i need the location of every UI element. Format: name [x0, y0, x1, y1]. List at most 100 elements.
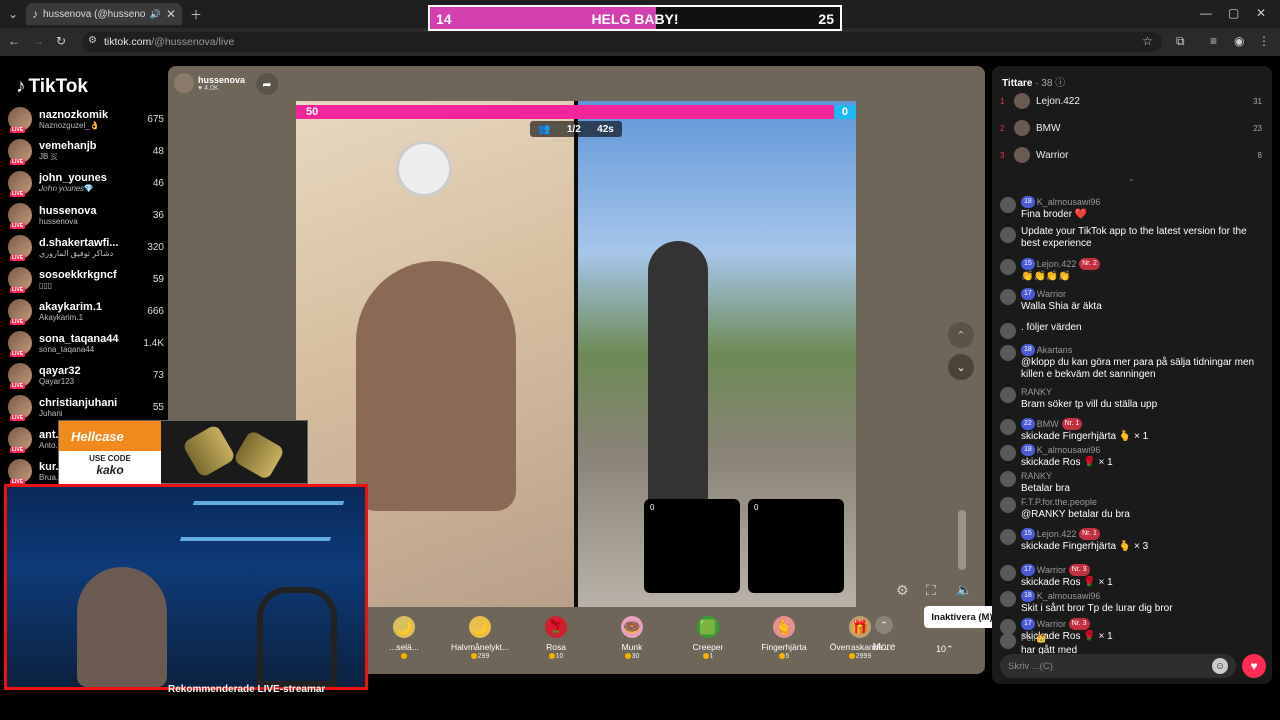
bookmark-star-icon[interactable]: ☆ [1142, 34, 1153, 48]
user-sub: JB 🇸 [39, 152, 58, 161]
user-name: hussenova [39, 204, 97, 217]
level-badge: 18 [1021, 444, 1035, 457]
sidebar-user-item[interactable]: LIVE vemehanjb JB 🇸 48 [8, 136, 164, 166]
coin-icon [548, 653, 555, 660]
previous-stream-button[interactable]: ⌃ [948, 322, 974, 348]
knife-image-1 [181, 423, 237, 479]
sidebar-user-item[interactable]: LIVE qayar32 Qayar123 73 [8, 360, 164, 390]
chat-avatar[interactable] [1000, 419, 1016, 435]
volume-slider[interactable] [958, 510, 966, 570]
forward-icon[interactable]: → [32, 34, 44, 48]
user-name: akaykarim.1 [39, 300, 102, 313]
gift-item[interactable]: 🟩 Creeper 1 [670, 608, 746, 668]
tiktok-logo[interactable]: ♪ TikTok [16, 76, 88, 98]
new-tab-icon[interactable]: ＋ [190, 6, 202, 23]
gift-item[interactable]: 🍩 Munk 30 [594, 608, 670, 668]
fullscreen-icon[interactable]: ⛶ [926, 582, 936, 599]
top-viewer-row[interactable]: 3 Warrior 8 [1000, 146, 1262, 164]
like-heart-icon[interactable]: ♥ [1242, 654, 1266, 678]
minimize-icon[interactable]: — [1200, 6, 1212, 20]
close-window-icon[interactable]: ✕ [1256, 6, 1266, 20]
live-badge: LIVE [10, 191, 26, 197]
back-icon[interactable]: ← [8, 34, 20, 48]
media-icon[interactable]: ≡ [1210, 34, 1217, 48]
profile-avatar-icon[interactable]: ◉ [1234, 34, 1244, 48]
chat-avatar[interactable] [1000, 471, 1016, 487]
chat-avatar[interactable] [1000, 197, 1016, 213]
chat-avatar[interactable] [1000, 591, 1016, 607]
chat-avatar[interactable] [1000, 445, 1016, 461]
browser-tab[interactable]: ♪ hussenova (@hussenova) ... 🔊 ✕ [26, 3, 182, 25]
coin-balance[interactable]: 10⌃ [936, 644, 954, 655]
user-name: d.shakertawfi... [39, 236, 119, 249]
gift-item[interactable]: 🌙 Halvmånelykt... 299 [442, 608, 518, 668]
chat-avatar[interactable] [1000, 387, 1016, 403]
info-icon[interactable]: ⓘ [1055, 78, 1065, 89]
chat-username[interactable]: K_almousawi96 [1037, 591, 1101, 601]
chat-username[interactable]: Akartans [1037, 345, 1073, 355]
chat-username[interactable]: Lejon.422 [1037, 529, 1077, 539]
gift-price: 299 [477, 653, 490, 660]
chat-avatar[interactable] [1000, 345, 1016, 361]
volume-icon[interactable]: 🔈 [956, 582, 972, 598]
chat-username[interactable]: Warrior [1037, 289, 1066, 299]
chat-username[interactable]: Lejon.422 [1037, 259, 1077, 269]
chat-avatar[interactable] [1000, 289, 1016, 305]
gift-item[interactable]: 🫰 Fingerhjärta 5 [746, 608, 822, 668]
sidebar-user-item[interactable]: LIVE d.shakertawfi... دشاكر توفيق المارور… [8, 232, 164, 262]
chat-avatar[interactable] [1000, 565, 1016, 581]
gift-price: 10 [555, 653, 564, 660]
next-stream-button[interactable]: ⌄ [948, 354, 974, 380]
more-gifts-button[interactable]: ⌃ More [872, 616, 896, 660]
maximize-icon[interactable]: ▢ [1228, 6, 1239, 20]
chat-username[interactable]: RANKY [1021, 471, 1052, 481]
chat-username[interactable]: RANKY [1021, 387, 1052, 397]
sidebar-user-item[interactable]: LIVE john_younes 𝐽𝑜ℎ𝑛 𝑦𝑜𝑢𝑛𝑒𝑠💎 46 [8, 168, 164, 198]
chat-username[interactable]: Warrior [1037, 619, 1066, 629]
host-avatar[interactable] [174, 73, 194, 93]
sidebar-user-item[interactable]: LIVE sona_taqana44 sona_taqana44 1.4K [8, 328, 164, 358]
extensions-icon[interactable]: ⧉ [1176, 34, 1185, 49]
chat-username[interactable]: K_almousawi96 [1037, 445, 1101, 455]
chat-username[interactable]: F.T.P.for.the.people [1021, 497, 1097, 507]
chat-avatar[interactable] [1000, 227, 1016, 243]
reload-icon[interactable]: ↻ [56, 34, 66, 48]
expand-viewers-icon[interactable]: ⌄ [1128, 174, 1135, 183]
top-viewer-row[interactable]: 1 Lejon.422 31 [1000, 92, 1262, 110]
tab-list-icon[interactable]: ⌄ [8, 7, 18, 21]
sidebar-user-item[interactable]: LIVE sosoekkrkgncf ▯▯▯ 59 [8, 264, 164, 294]
live-badge: LIVE [10, 255, 26, 261]
gift-name: Fingerhjärta [761, 642, 807, 652]
sidebar-user-item[interactable]: LIVE hussenova hussenova 36 [8, 200, 164, 230]
chat-message: Update your TikTok app to the latest ver… [1000, 226, 1266, 250]
chat-username[interactable]: Feli👑 [1021, 633, 1047, 643]
sidebar-user-item[interactable]: LIVE akaykarim.1 Akaykarim.1 666 [8, 296, 164, 326]
top-viewer-row[interactable]: 2 BMW 23 [1000, 119, 1262, 137]
emoji-icon[interactable]: ☺ [1212, 658, 1228, 674]
chat-username[interactable]: BMW [1037, 419, 1059, 429]
close-tab-icon[interactable]: ✕ [166, 7, 176, 21]
chat-message: F.T.P.for.the.people @RANKY betalar du b… [1000, 496, 1266, 521]
sidebar-user-item[interactable]: LIVE christianjuhani Juhani 55 [8, 392, 164, 422]
chat-avatar[interactable] [1000, 497, 1016, 513]
site-info-icon[interactable]: ⚙ [88, 35, 97, 46]
chat-username[interactable]: Warrior [1037, 565, 1066, 575]
chat-avatar[interactable] [1000, 633, 1016, 649]
gift-item[interactable]: 🌙 ...selä... [366, 608, 442, 668]
guest-tile-2[interactable]: 0 [748, 499, 844, 593]
chat-username[interactable]: K_almousawi96 [1037, 197, 1101, 207]
chat-avatar[interactable] [1000, 259, 1016, 275]
share-icon[interactable]: ➦ [256, 73, 278, 95]
sidebar-user-item[interactable]: LIVE naznozkomik Naznozguzel_👌 675 [8, 104, 164, 134]
gift-name: ...selä... [389, 642, 419, 652]
url-input[interactable]: ⚙ tiktok.com/@hussenova/live [82, 32, 1162, 52]
viewer-name: BMW [1036, 122, 1061, 134]
chat-avatar[interactable] [1000, 323, 1016, 339]
chat-input[interactable]: Skriv ...(C) [1000, 654, 1236, 678]
menu-icon[interactable]: ⋮ [1258, 34, 1270, 48]
gift-item[interactable]: 🌹 Rosa 10 [518, 608, 594, 668]
chat-avatar[interactable] [1000, 529, 1016, 545]
settings-icon[interactable]: ⚙ [896, 582, 909, 599]
speaker-icon[interactable]: 🔊 [150, 9, 161, 20]
guest-tile-1[interactable]: 0 [644, 499, 740, 593]
